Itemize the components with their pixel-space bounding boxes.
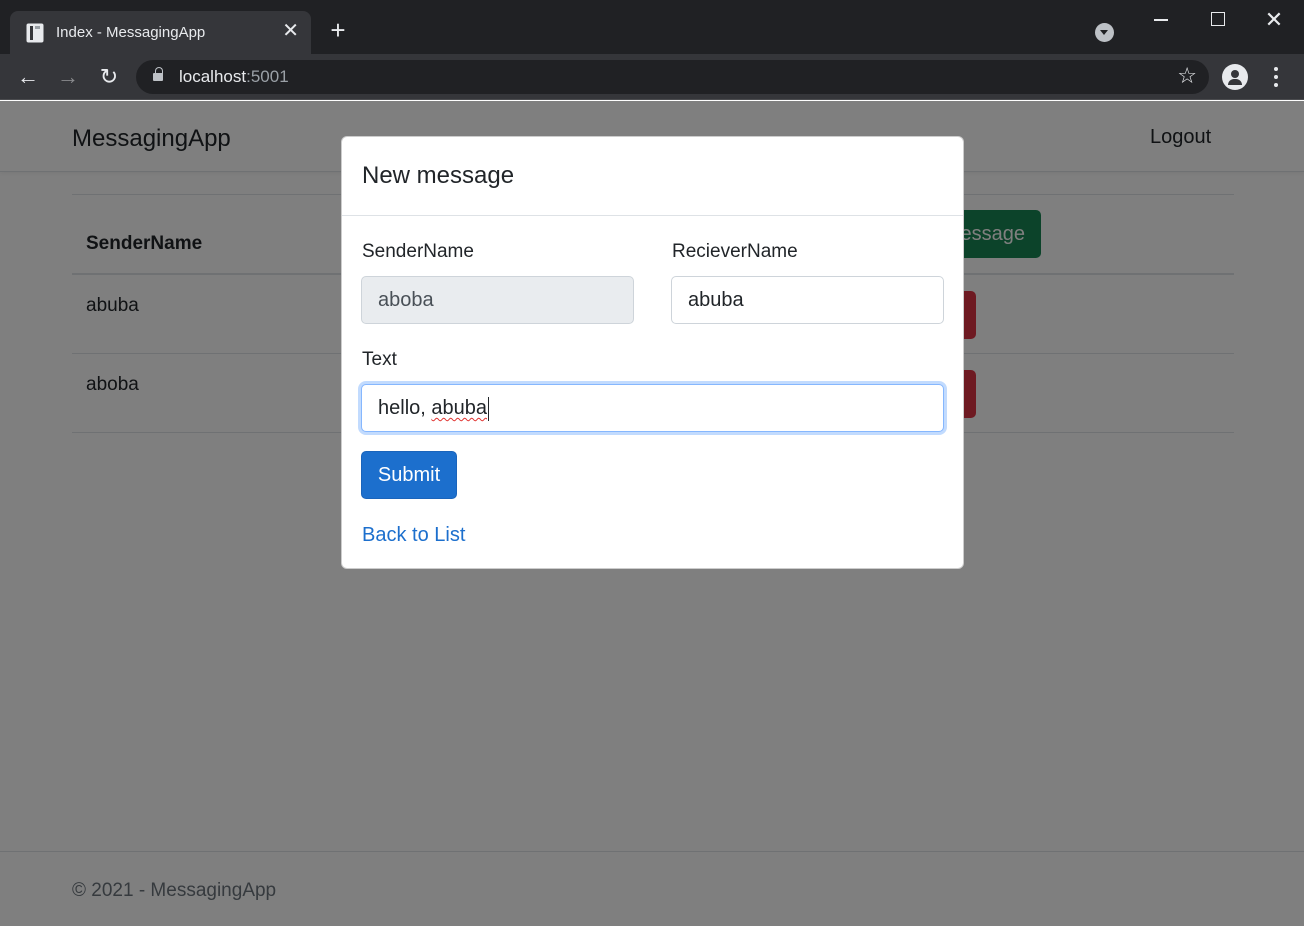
- page: MessagingApp Logout SenderName essage ab…: [0, 101, 1304, 926]
- lock-icon[interactable]: [153, 67, 163, 83]
- modal-header: New message: [342, 137, 963, 216]
- receiver-name-label: RecieverName: [672, 241, 798, 262]
- minimize-icon[interactable]: [1146, 8, 1176, 32]
- text-field[interactable]: hello, abuba: [361, 384, 944, 432]
- tab-close-icon[interactable]: ✕: [282, 20, 299, 42]
- back-to-list-link[interactable]: Back to List: [362, 524, 465, 547]
- modal-title: New message: [362, 162, 515, 189]
- forward-arrow-icon[interactable]: →: [54, 63, 82, 91]
- receiver-name-field[interactable]: abuba: [671, 276, 944, 324]
- submit-button[interactable]: Submit: [361, 451, 457, 499]
- bookmark-star-icon[interactable]: ☆: [1177, 65, 1197, 87]
- document-icon: [26, 23, 44, 43]
- sender-name-field[interactable]: aboba: [361, 276, 634, 324]
- browser-tab-strip: Index - MessagingApp ✕ + ✕: [0, 0, 1304, 54]
- window-close-icon[interactable]: ✕: [1259, 8, 1289, 32]
- new-tab-icon[interactable]: +: [326, 17, 350, 43]
- tab-search-icon[interactable]: [1095, 23, 1114, 42]
- text-label: Text: [362, 349, 397, 370]
- back-arrow-icon[interactable]: ←: [14, 63, 42, 91]
- browser-tab[interactable]: Index - MessagingApp ✕: [10, 11, 311, 54]
- text-caret: [488, 396, 489, 421]
- more-menu-icon[interactable]: [1266, 66, 1286, 88]
- tab-title: Index - MessagingApp: [56, 24, 206, 41]
- address-bar[interactable]: localhost:5001 ☆: [136, 60, 1209, 94]
- sender-name-label: SenderName: [362, 241, 474, 262]
- reload-icon[interactable]: ↻: [95, 63, 123, 91]
- maximize-icon[interactable]: [1202, 8, 1232, 32]
- url-text: localhost:5001: [179, 67, 289, 86]
- profile-icon[interactable]: [1222, 64, 1248, 90]
- browser-toolbar: ← → ↻ localhost:5001 ☆: [0, 54, 1304, 100]
- new-message-modal: New message SenderName aboba RecieverNam…: [341, 136, 964, 569]
